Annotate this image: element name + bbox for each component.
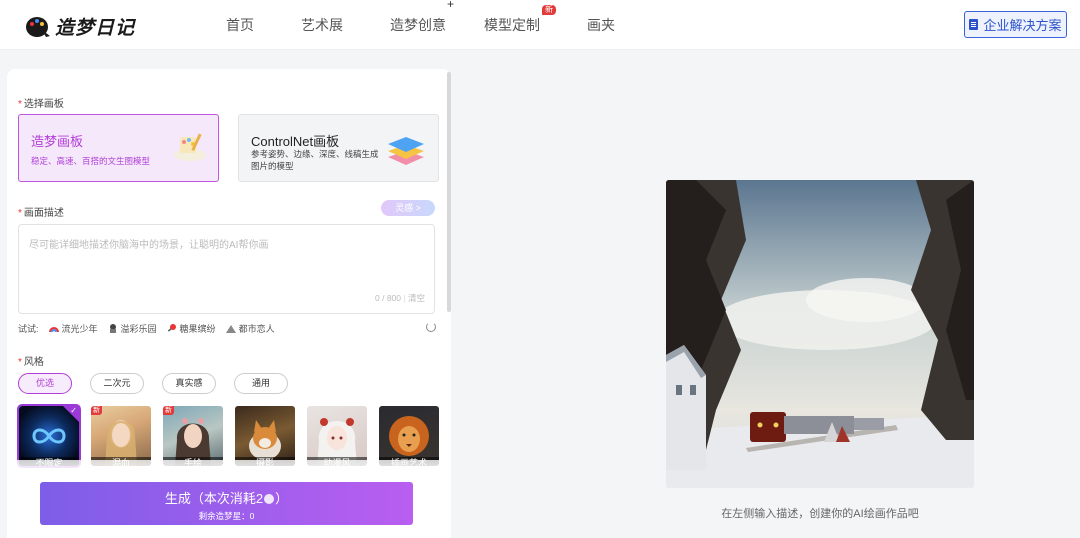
char-counter: 0 / 800 | 清空 [375, 292, 425, 304]
plus-superscript: + [446, 0, 454, 11]
generate-label-suffix: ） [275, 491, 289, 506]
candy-icon [167, 324, 176, 332]
board-desc: 稳定、高速、百搭的文生图模型 [31, 156, 151, 166]
required-mark: * [18, 99, 22, 110]
suggestion-chip[interactable]: 都市恋人 [225, 322, 275, 335]
new-badge: 新 [163, 406, 174, 415]
prompt-placeholder: 尽可能详细地描述你脑海中的场景，让聪明的AI帮你画 [29, 240, 269, 251]
style-tab-general[interactable]: 通用 [234, 373, 288, 394]
nav-item-home[interactable]: 首页 [226, 0, 254, 50]
suggestion-label: 流光少年 [61, 323, 98, 334]
nav-item-label: 艺术展 [301, 17, 343, 33]
board-section-label: * 选择画板 [18, 95, 64, 110]
counter-value: 0 / 800 [375, 293, 402, 303]
try-suggestions: 试试: 流光少年 溢彩乐园 糖果缤纷 都市恋人 [18, 321, 436, 335]
generate-label: 生成（本次消耗2 ） [40, 488, 413, 507]
nav-item-art-exhibition[interactable]: 艺术展 [301, 0, 343, 50]
board-dream[interactable]: 造梦画板 稳定、高速、百搭的文生图模型 [18, 114, 219, 182]
prompt-input[interactable]: 尽可能详细地描述你脑海中的场景，让聪明的AI帮你画 0 / 800 | 清空 [18, 224, 435, 314]
nav-item-model-custom[interactable]: 模型定制 新 [484, 0, 556, 50]
style-thumb-mixed[interactable]: 新 混血 [91, 406, 151, 466]
refresh-icon[interactable] [426, 322, 436, 332]
document-icon [969, 19, 979, 30]
clear-button[interactable]: 清空 [408, 293, 425, 303]
new-badge: 新 [91, 406, 102, 415]
palette-icon [174, 133, 206, 161]
separator: | [403, 293, 406, 303]
main-nav: 首页 艺术展 造梦创意 + 模型定制 新 画夹 [226, 0, 662, 50]
suggestion-label: 溢彩乐园 [120, 323, 157, 334]
nav-item-dream-create[interactable]: 造梦创意 + [390, 0, 454, 50]
inspiration-button[interactable]: 灵感 > [381, 200, 435, 216]
generate-button[interactable]: 生成（本次消耗2 ） 剩余造梦星：0 [40, 482, 413, 525]
style-thumb-photography[interactable]: 摄影 [235, 406, 295, 466]
suggestion-label: 糖果缤纷 [179, 323, 216, 334]
style-thumb-illustration[interactable]: 插画艺术 [379, 406, 439, 466]
style-thumb-anime[interactable]: 动漫风 [307, 406, 367, 466]
enterprise-label: 企业解决方案 [983, 18, 1062, 33]
nav-item-folder[interactable]: 画夹 [587, 0, 615, 50]
remaining-stars: 剩余造梦星：0 [198, 511, 255, 521]
logo[interactable]: 造梦日记 [26, 13, 135, 40]
style-tab-featured[interactable]: 优选 [18, 373, 72, 394]
style-tab-anime[interactable]: 二次元 [90, 373, 144, 394]
style-thumbnails: ✓ 不限定 新 混血 新 手绘 [17, 404, 451, 468]
check-icon: ✓ [70, 406, 77, 415]
suggestion-chip[interactable]: 溢彩乐园 [108, 322, 157, 335]
rainbow-icon [48, 327, 59, 333]
nav-item-label: 画夹 [587, 17, 615, 33]
dream-coin-icon [264, 494, 275, 504]
style-thumb-unrestricted[interactable]: ✓ 不限定 [17, 404, 81, 468]
panel-scrollbar[interactable] [447, 72, 451, 312]
try-label: 试试: [18, 323, 39, 334]
required-mark: * [18, 208, 22, 219]
city-icon [225, 325, 236, 333]
style-tab-realistic[interactable]: 真实感 [162, 373, 216, 394]
logo-text: 造梦日记 [55, 18, 136, 39]
suggestion-label: 都市恋人 [238, 323, 275, 334]
nav-item-label: 模型定制 [484, 17, 540, 33]
generate-label-prefix: 生成（本次消耗2 [164, 491, 264, 506]
top-nav-bar: 造梦日记 首页 艺术展 造梦创意 + 模型定制 新 画夹 企业解决方案 [0, 0, 1080, 50]
style-tabs: 优选 二次元 真实感 通用 [18, 373, 306, 394]
left-panel: * 选择画板 造梦画板 稳定、高速、百搭的文生图模型 ControlNet画板 参… [7, 69, 451, 538]
layers-icon [388, 137, 424, 165]
required-mark: * [18, 357, 22, 368]
new-badge: 新 [542, 5, 556, 15]
nav-item-label: 造梦创意 [390, 17, 446, 33]
suggestion-chip[interactable]: 流光少年 [48, 322, 98, 335]
preview-image [666, 180, 974, 488]
suggestion-chip[interactable]: 糖果缤纷 [167, 322, 216, 335]
board-controlnet[interactable]: ControlNet画板 参考姿势、边缘、深度、线稿生成图片的模型 [238, 114, 439, 182]
style-section-label: * 风格 [18, 353, 44, 368]
board-title: 造梦画板 [31, 134, 84, 149]
style-thumb-handdrawn[interactable]: 新 手绘 [163, 406, 223, 466]
logo-icon [26, 16, 50, 37]
board-desc: 参考姿势、边缘、深度、线稿生成图片的模型 [251, 149, 379, 171]
prompt-section-label-text: 画面描述 [23, 208, 64, 219]
style-section-label-text: 风格 [23, 357, 44, 368]
board-section-label-text: 选择画板 [23, 99, 64, 110]
enterprise-solutions-button[interactable]: 企业解决方案 [964, 11, 1067, 38]
prompt-section-label: * 画面描述 [18, 204, 64, 219]
preview-hint: 在左侧输入描述，创建你的AI绘画作品吧 [721, 508, 919, 520]
nav-item-label: 首页 [226, 17, 254, 33]
panel-fade [7, 460, 451, 480]
character-icon [109, 324, 116, 333]
